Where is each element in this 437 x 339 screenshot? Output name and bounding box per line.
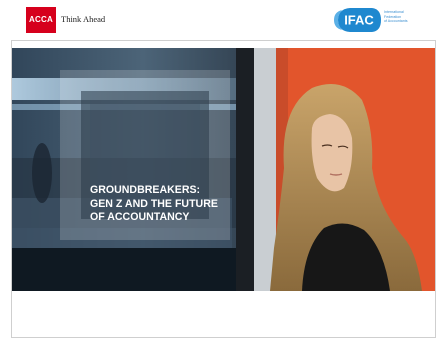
ifac-subtitle: International Federation of Accountants bbox=[384, 10, 424, 24]
ifac-logo: IFAC bbox=[334, 8, 381, 32]
cover-title-line: GROUNDBREAKERS: bbox=[90, 184, 201, 196]
cover-title-line: OF ACCOUNTANCY bbox=[90, 211, 190, 223]
cover-photo-illustration bbox=[12, 48, 435, 291]
ifac-sub-line: of Accountants bbox=[384, 19, 408, 24]
document-header: ACCA Think Ahead IFAC International Fede… bbox=[0, 0, 437, 40]
acca-tagline: Think Ahead bbox=[61, 14, 106, 24]
acca-logo: ACCA bbox=[26, 7, 56, 33]
cover-title-line: GEN Z AND THE FUTURE bbox=[90, 197, 218, 210]
cover-photo bbox=[12, 48, 435, 291]
ifac-logo-text: IFAC bbox=[344, 13, 374, 28]
cover-title: GROUNDBREAKERS: GEN Z AND THE FUTURE OF … bbox=[90, 184, 270, 225]
